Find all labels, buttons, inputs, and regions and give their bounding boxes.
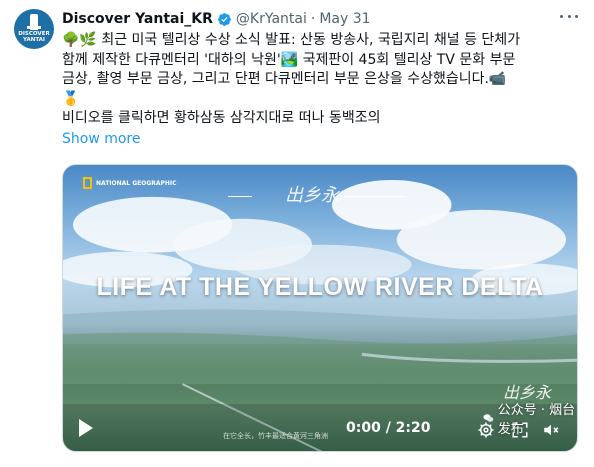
divider [345,196,405,197]
video-subtitle: 在它全长，竹丰最适合黄河三角洲 [223,432,328,440]
wechat-watermark: 公众号 · 烟台发布 [483,399,577,437]
play-icon[interactable] [79,419,93,437]
calligraphy-title: 出乡永 [285,185,339,206]
divider [228,196,252,197]
avatar[interactable]: DISCOVER YANTAI [14,9,54,49]
tweet-body: 🌳🌿 최근 미국 텔리상 수상 소식 발표: 산동 방송사, 국립지리 채널 등… [62,31,580,129]
more-options-icon[interactable] [560,15,578,21]
yellow-border-icon [83,177,92,189]
verified-badge-icon [218,12,231,26]
video-title-overlay: LIFE AT THE YELLOW RIVER DELTA [96,273,544,301]
lighthouse-icon [27,14,41,30]
video-player[interactable]: NATIONAL GEOGRAPHIC 出乡永 LIFE AT THE YELL… [62,164,578,452]
post-date[interactable]: May 31 [319,11,370,27]
show-more-link[interactable]: Show more [62,131,141,147]
separator-dot: · [310,11,316,27]
tweet-line: 금상, 촬영 부문 금상, 그리고 단편 다큐멘터리 부문 은상을 수상했습니다… [62,71,507,87]
tweet-line: 함께 제작한 다큐멘터리 '대하의 낙원'🏞️ 국제판이 45회 텔리상 TV … [62,51,516,68]
tweet-header: Discover Yantai_KR @KrYantai · May 31 [62,9,584,29]
handle[interactable]: @KrYantai [236,11,307,27]
display-name[interactable]: Discover Yantai_KR [62,11,213,27]
avatar-brand-text: DISCOVER YANTAI [18,31,50,43]
video-time: 0:00 / 2:20 [346,420,431,436]
tweet-line: 🌳🌿 최근 미국 텔리상 수상 소식 발표: 산동 방송사, 국립지리 채널 등… [62,32,521,48]
national-geographic-logo: NATIONAL GEOGRAPHIC [83,177,177,189]
tweet-line: 🥇 [62,90,80,107]
video-controls: 在它全长，竹丰最适合黄河三角洲 0:00 / 2:20 公众号 · 烟台发布 [63,403,577,451]
tweet-line: 비디오를 클릭하면 황하삼동 삼각지대로 떠나 동백조의 [62,110,381,126]
wechat-icon [483,414,494,422]
